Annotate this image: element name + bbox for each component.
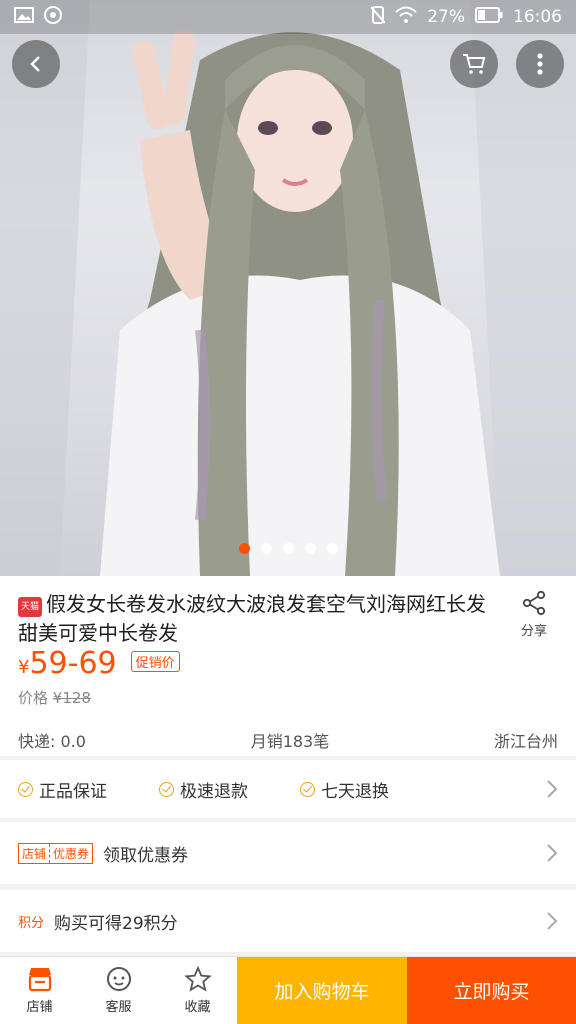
back-button[interactable] xyxy=(12,40,60,88)
points-row[interactable]: 积分 购买可得29积分 xyxy=(0,890,576,952)
service-label: 客服 xyxy=(105,1000,132,1015)
share-label: 分享 xyxy=(520,624,547,639)
coupon-tag: 店铺 优惠券 xyxy=(18,842,94,864)
shipping-fee: 快递: 0.0 xyxy=(18,732,86,751)
carousel-dots xyxy=(0,543,576,554)
coupon-label: 领取优惠券 xyxy=(103,845,189,866)
product-title: 天猫 假发女长卷发水波纹大波浪发套空气刘海网红长发甜美可爱中长卷发 xyxy=(18,590,488,648)
guarantee-row[interactable]: 正品保证 极速退款 七天退换 xyxy=(0,760,576,818)
battery-percent: 27% xyxy=(427,7,465,27)
cart-button[interactable] xyxy=(450,40,498,88)
carousel-dot[interactable] xyxy=(238,543,250,554)
points-tag: 积分 xyxy=(18,915,45,931)
shop-label: 店铺 xyxy=(26,1000,53,1015)
product-meta: 快递: 0.0 月销183笔 浙江台州 xyxy=(18,728,558,752)
tmall-badge: 天猫 xyxy=(18,597,42,617)
product-page: 27% 16:06 天猫 假发女长卷发水波纹大波浪发套空气刘海网红长发甜美可爱中长… xyxy=(0,0,576,1024)
coupon-tag-coupon: 优惠券 xyxy=(53,846,90,861)
guarantee-label: 正品保证 xyxy=(39,781,107,802)
image-icon xyxy=(14,6,34,28)
star-icon xyxy=(183,966,212,992)
ship-from-location: 浙江台州 xyxy=(493,732,558,751)
shop-tab[interactable]: 店铺 xyxy=(0,957,79,1024)
guarantee-label: 极速退款 xyxy=(180,781,248,802)
share-icon xyxy=(522,590,546,616)
product-image[interactable] xyxy=(0,0,576,576)
product-title-text: 假发女长卷发水波纹大波浪发套空气刘海网红长发甜美可爱中长卷发 xyxy=(18,592,486,645)
buy-now-button[interactable]: 立即购买 xyxy=(407,957,576,1024)
coupon-row[interactable]: 店铺 优惠券 领取优惠券 xyxy=(0,822,576,884)
original-price: 价格 ¥128 xyxy=(18,687,91,708)
music-icon xyxy=(44,5,62,29)
price: 59-69 xyxy=(29,646,117,681)
chevron-right-icon xyxy=(547,912,558,930)
wifi-icon xyxy=(395,6,417,29)
coupon-tag-shop: 店铺 xyxy=(19,843,51,863)
product-photo-illustration xyxy=(0,0,576,576)
price-row: ¥ 59-69 促销价 xyxy=(18,646,180,681)
share-button[interactable]: 分享 xyxy=(514,590,554,639)
guarantee-label: 七天退换 xyxy=(321,781,389,802)
check-icon xyxy=(18,781,33,797)
mute-icon xyxy=(370,5,386,30)
battery-icon xyxy=(475,6,503,28)
guarantee-item: 七天退换 xyxy=(300,777,389,802)
status-bar: 27% 16:06 xyxy=(0,0,576,34)
guarantee-item: 正品保证 xyxy=(18,777,107,802)
promo-badge: 促销价 xyxy=(130,651,180,672)
more-icon xyxy=(537,53,543,75)
chevron-right-icon xyxy=(547,844,558,862)
favorite-label: 收藏 xyxy=(184,1000,211,1015)
add-to-cart-button[interactable]: 加入购物车 xyxy=(237,957,407,1024)
service-tab[interactable]: 客服 xyxy=(79,957,158,1024)
back-icon xyxy=(30,56,40,72)
monthly-sales: 月销183笔 xyxy=(250,732,330,751)
chevron-right-icon xyxy=(547,780,558,798)
points-label: 购买可得29积分 xyxy=(54,913,178,934)
original-price-label: 价格 xyxy=(18,689,49,707)
bottom-action-bar: 店铺 客服 收藏 加入购物车 立即购买 xyxy=(0,956,576,1024)
check-icon xyxy=(300,781,315,797)
more-button[interactable] xyxy=(516,40,564,88)
carousel-dot[interactable] xyxy=(260,543,272,554)
carousel-dot[interactable] xyxy=(326,543,338,554)
clock: 16:06 xyxy=(513,7,562,27)
carousel-dot[interactable] xyxy=(282,543,294,554)
carousel-dot[interactable] xyxy=(304,543,316,554)
currency-symbol: ¥ xyxy=(18,657,30,678)
cart-icon xyxy=(463,54,486,74)
favorite-tab[interactable]: 收藏 xyxy=(158,957,237,1024)
original-price-value: ¥128 xyxy=(52,689,91,707)
shop-icon xyxy=(28,968,51,992)
service-icon xyxy=(106,967,131,991)
guarantee-item: 极速退款 xyxy=(159,777,248,802)
check-icon xyxy=(159,781,174,797)
product-info: 天猫 假发女长卷发水波纹大波浪发套空气刘海网红长发甜美可爱中长卷发 分享 ¥ 59… xyxy=(0,576,576,756)
